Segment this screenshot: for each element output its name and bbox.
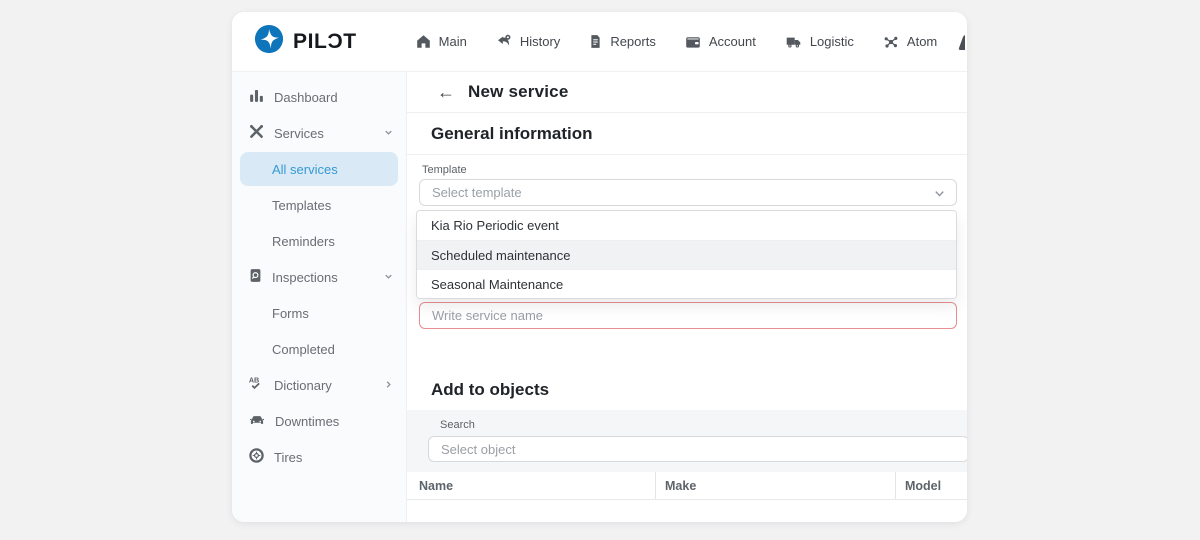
ab-check-icon: AB — [248, 375, 265, 395]
service-name-input[interactable] — [419, 302, 957, 329]
objects-table-header: Name Make Model — [407, 472, 967, 500]
nav-item-label: Logistic — [810, 34, 854, 49]
sidebar-item-dashboard[interactable]: Dashboard — [232, 79, 406, 115]
general-information-form: Template Kia Rio Periodic event Schedule… — [407, 155, 967, 329]
main-content: ← New service General information Templa… — [407, 72, 967, 522]
app-body: Dashboard Services All services Template… — [232, 72, 967, 522]
sidebar-item-label: Completed — [272, 342, 394, 357]
page-title: New service — [468, 82, 569, 102]
nav-item-account[interactable]: Account — [684, 34, 756, 50]
nav-item-label: Account — [709, 34, 756, 49]
top-navbar: PILƆT Main History Reports — [232, 12, 967, 72]
brand-logo[interactable]: PILƆT — [254, 24, 357, 59]
sidebar-item-label: Forms — [272, 306, 394, 321]
nav-item-atom[interactable]: Atom — [882, 34, 937, 50]
template-select-wrap — [419, 179, 957, 206]
sidebar: Dashboard Services All services Template… — [232, 72, 407, 522]
nav-item-label: Atom — [907, 34, 937, 49]
chart-growth-icon — [965, 34, 967, 50]
sidebar-item-dictionary[interactable]: AB Dictionary — [232, 367, 406, 403]
sidebar-item-label: Dictionary — [274, 378, 374, 393]
sidebar-item-reminders[interactable]: Reminders — [232, 223, 406, 259]
column-header-make[interactable]: Make — [655, 472, 895, 499]
nav-item-dashboard[interactable]: Dashboard — [965, 34, 967, 50]
wallet-icon — [684, 34, 702, 50]
column-header-name[interactable]: Name — [407, 472, 655, 499]
clipped-icon-shape — [958, 35, 965, 50]
general-information-heading: General information — [407, 113, 967, 155]
nav-item-reports[interactable]: Reports — [588, 33, 656, 50]
pilot-logo-icon — [254, 24, 284, 59]
svg-text:AB: AB — [249, 376, 259, 385]
sidebar-item-label: Dashboard — [274, 90, 394, 105]
nav-item-history[interactable]: History — [495, 33, 560, 50]
chevron-down-icon — [383, 270, 394, 285]
nav-menu: Main History Reports Account — [415, 33, 967, 50]
sidebar-item-services[interactable]: Services — [232, 115, 406, 151]
sidebar-item-all-services[interactable]: All services — [240, 152, 398, 186]
app-window: PILƆT Main History Reports — [232, 12, 967, 522]
chevron-down-icon — [383, 126, 394, 141]
document-icon — [588, 33, 603, 50]
document-search-icon — [248, 267, 263, 287]
home-icon — [415, 33, 432, 50]
sidebar-item-label: All services — [272, 162, 386, 177]
sidebar-item-forms[interactable]: Forms — [232, 295, 406, 331]
sidebar-item-tires[interactable]: Tires — [232, 439, 406, 475]
page-header: ← New service — [407, 72, 967, 113]
template-select[interactable] — [419, 179, 957, 206]
nav-item-label: History — [520, 34, 560, 49]
add-to-objects-heading: Add to objects — [407, 379, 967, 401]
car-icon — [248, 412, 266, 431]
bar-chart-icon — [248, 87, 265, 107]
tire-icon — [248, 447, 265, 467]
tools-icon — [248, 123, 265, 143]
nav-item-label: Reports — [610, 34, 656, 49]
truck-icon — [784, 34, 803, 50]
nav-item-logistic[interactable]: Logistic — [784, 34, 854, 50]
template-dropdown-list: Kia Rio Periodic event Scheduled mainten… — [416, 210, 957, 299]
sidebar-item-label: Services — [274, 126, 374, 141]
nav-item-main[interactable]: Main — [415, 33, 467, 50]
back-button[interactable]: ← — [437, 83, 455, 101]
history-icon — [495, 33, 513, 50]
dropdown-option-scheduled[interactable]: Scheduled maintenance — [417, 240, 956, 269]
dropdown-option-seasonal[interactable]: Seasonal Maintenance — [417, 269, 956, 298]
sidebar-item-label: Downtimes — [275, 414, 394, 429]
chevron-right-icon — [383, 378, 394, 393]
sidebar-item-label: Inspections — [272, 270, 374, 285]
brand-name: PILƆT — [293, 30, 357, 54]
objects-toolbar: Search — [407, 410, 967, 472]
nav-item-label: Main — [439, 34, 467, 49]
object-search-input[interactable] — [428, 436, 967, 462]
column-header-model[interactable]: Model — [895, 472, 967, 499]
sidebar-item-label: Tires — [274, 450, 394, 465]
nav-item-clipped-icon[interactable] — [958, 35, 965, 51]
sidebar-item-templates[interactable]: Templates — [232, 187, 406, 223]
sidebar-item-label: Templates — [272, 198, 394, 213]
sidebar-item-inspections[interactable]: Inspections — [232, 259, 406, 295]
search-label: Search — [440, 419, 967, 431]
dropdown-option-kia-rio[interactable]: Kia Rio Periodic event — [417, 211, 956, 240]
template-label: Template — [422, 164, 957, 176]
molecule-icon — [882, 34, 900, 50]
sidebar-item-label: Reminders — [272, 234, 394, 249]
sidebar-item-completed[interactable]: Completed — [232, 331, 406, 367]
sidebar-item-downtimes[interactable]: Downtimes — [232, 403, 406, 439]
